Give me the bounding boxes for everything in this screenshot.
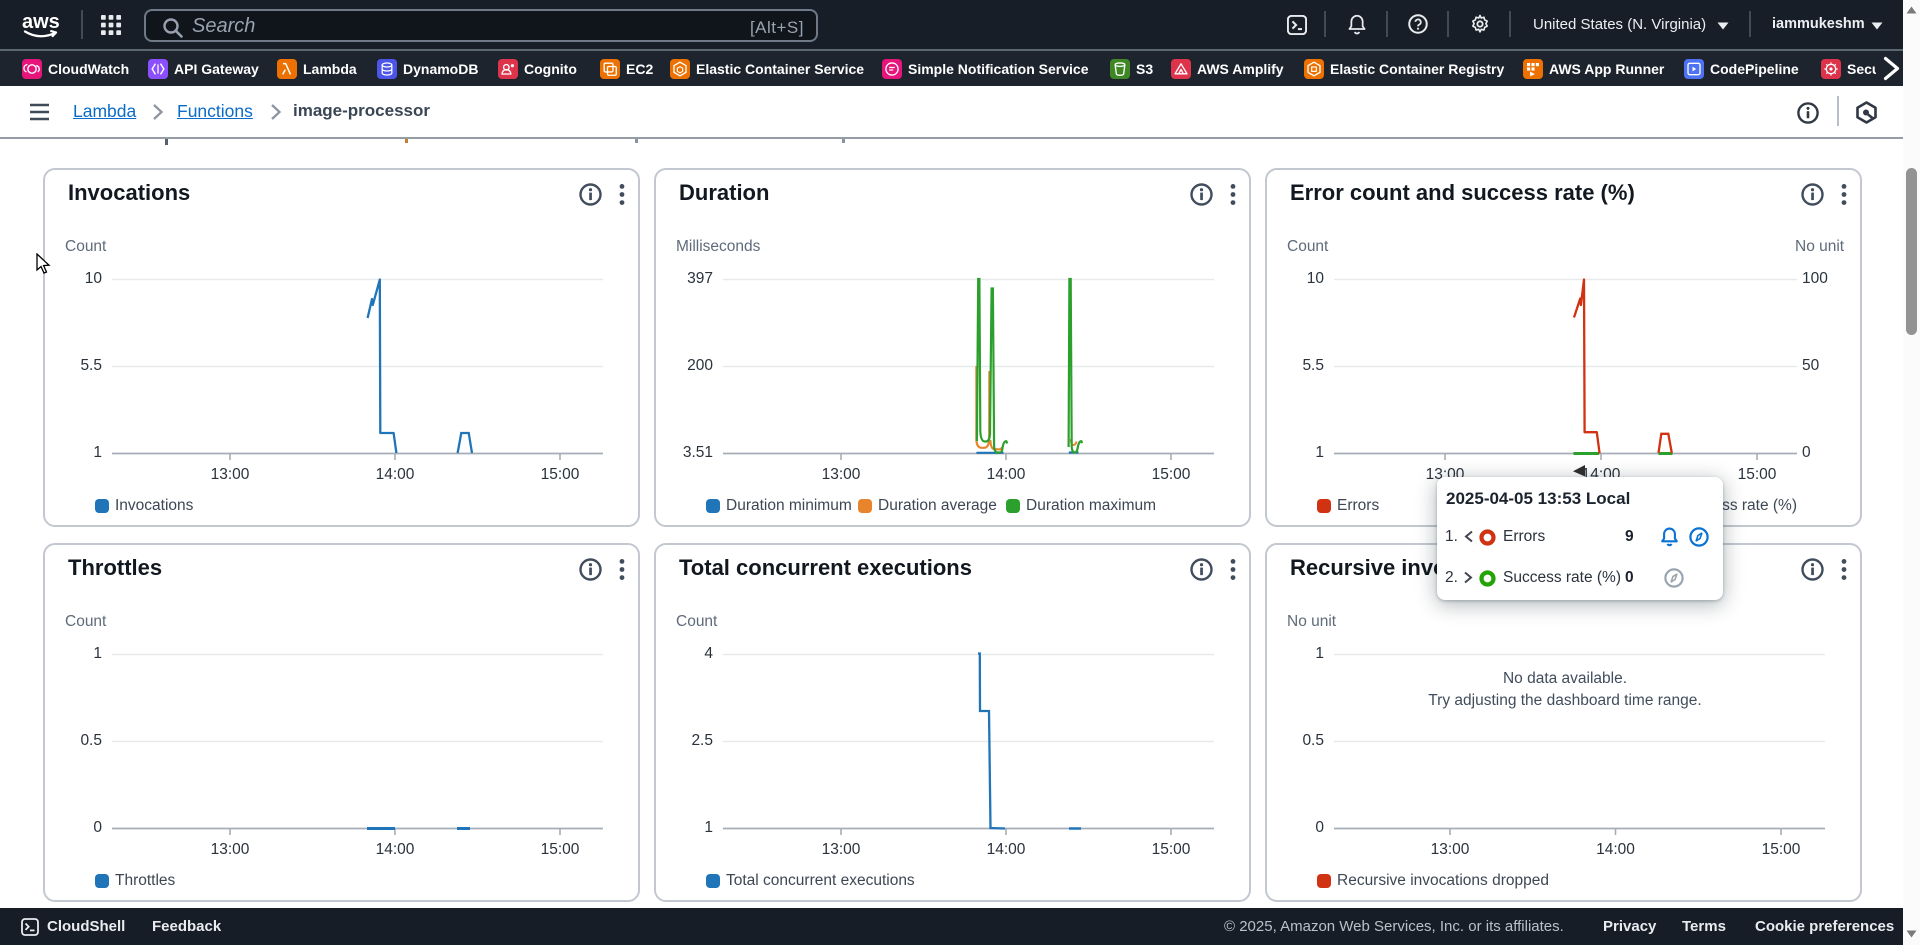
svg-text:aws: aws (22, 11, 60, 33)
